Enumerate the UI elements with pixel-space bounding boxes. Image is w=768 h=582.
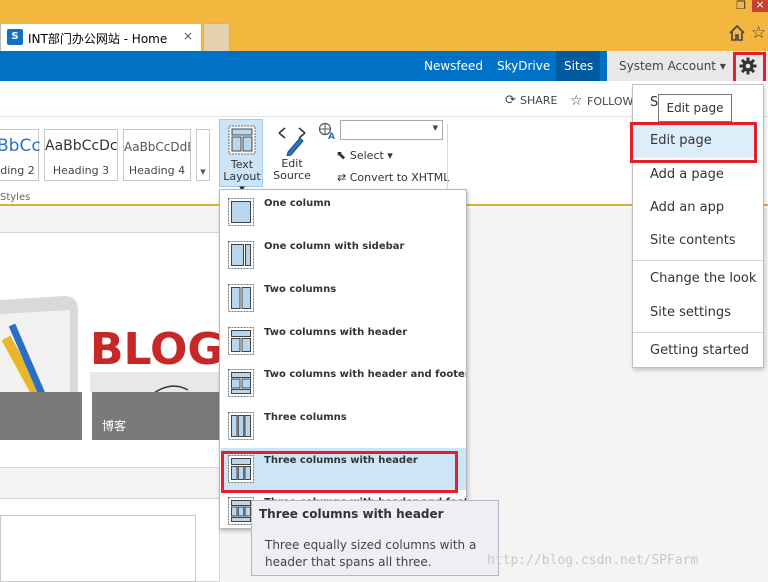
text-layout-button[interactable]: Text Layout ▾ — [219, 119, 263, 195]
tooltip-description: Three equally sized columns with a heade… — [265, 538, 477, 569]
follow-label: FOLLOW — [587, 95, 634, 108]
browser-tab[interactable]: S INT部门办公网站 - Home × — [0, 23, 202, 51]
language-icon[interactable]: A — [318, 122, 336, 140]
select-label: Select ▾ — [349, 149, 393, 162]
svg-text:A: A — [328, 132, 335, 140]
one-column-sidebar-icon — [228, 241, 254, 269]
favorites-star-icon[interactable]: ☆ — [751, 24, 766, 42]
sharepoint-favicon-icon: S — [7, 29, 23, 45]
close-window-icon[interactable]: × — [752, 0, 768, 12]
settings-item-change-look[interactable]: Change the look — [650, 271, 756, 286]
suite-link-skydrive[interactable]: SkyDrive — [497, 59, 550, 73]
layout-option-one-column[interactable]: One column — [221, 191, 466, 233]
styles-group-label: Styles — [0, 192, 31, 203]
share-button[interactable]: ⟳ SHARE — [505, 93, 557, 108]
edit-source-button[interactable]: Edit Source — [272, 158, 312, 182]
layout-option-two-columns-header[interactable]: Two columns with header — [221, 320, 466, 362]
edit-page-annotation-box — [630, 122, 757, 163]
markup-styles-dropdown[interactable]: ▼ — [340, 120, 443, 140]
select-button[interactable]: ⬉ Select ▾ — [336, 148, 393, 162]
layout-option-label: Two columns with header and footer — [264, 369, 467, 380]
new-tab-button[interactable] — [203, 23, 230, 51]
settings-divider — [633, 332, 763, 333]
layout-option-label: One column — [264, 198, 331, 209]
style-heading-3[interactable]: AaBbCcDc Heading 3 — [44, 129, 118, 181]
layout-option-one-column-sidebar[interactable]: One column with sidebar — [221, 234, 466, 276]
convert-icon: ⇄ — [337, 171, 350, 184]
two-columns-icon — [228, 284, 254, 312]
two-columns-header-icon — [228, 327, 254, 355]
layout-option-two-columns[interactable]: Two columns — [221, 277, 466, 319]
account-menu[interactable]: System Account ▾ — [619, 59, 726, 73]
tab-title: INT部门办公网站 - Home — [28, 32, 168, 46]
layout-option-label: Three columns — [264, 412, 347, 423]
follow-button[interactable]: ☆ FOLLOW — [570, 93, 633, 109]
tab-close-icon[interactable]: × — [183, 29, 193, 43]
edit-source-icon[interactable] — [276, 124, 308, 156]
two-columns-header-footer-icon — [228, 369, 254, 397]
settings-item-site-settings[interactable]: Site settings — [650, 305, 731, 320]
suite-link-sites[interactable]: Sites — [564, 59, 593, 73]
blog-tile[interactable]: BLOG — [0, 240, 220, 440]
follow-star-icon: ☆ — [570, 93, 588, 109]
suite-bar: Newsfeed SkyDrive Sites System Account ▾ — [0, 51, 768, 81]
layout-option-label: Two columns with header — [264, 327, 408, 338]
home-icon[interactable] — [728, 24, 746, 42]
blog-word-mark: BLOG — [90, 324, 220, 375]
settings-divider — [633, 260, 763, 261]
style-heading-4[interactable]: AaBbCcDdE Heading 4 — [123, 129, 191, 181]
styles-more-button[interactable]: ▼ — [196, 129, 210, 181]
layout-annotation-box — [221, 451, 458, 493]
layout-option-label: One column with sidebar — [264, 241, 405, 252]
convert-label: Convert to XHTML — [349, 171, 450, 184]
ribbon-divider — [447, 124, 448, 196]
watermark: http://blog.csdn.net/SPFarm — [487, 553, 699, 568]
pointer-icon: ⬉ — [336, 148, 350, 162]
style-sample: AaBbCcDc — [45, 138, 118, 154]
layout-option-three-columns[interactable]: Three columns — [221, 405, 466, 447]
layout-tooltip: Three columns with header Three equally … — [251, 500, 499, 576]
suite-link-newsfeed[interactable]: Newsfeed — [424, 59, 483, 73]
layout-option-label: Two columns — [264, 284, 337, 295]
layout-option-two-columns-header-footer[interactable]: Two columns with header and footer — [221, 362, 466, 404]
style-name: Heading 3 — [52, 164, 110, 177]
content-box-lower — [0, 515, 196, 582]
settings-item-getting-started[interactable]: Getting started — [650, 343, 749, 358]
one-column-icon — [228, 198, 254, 226]
blog-tile-caption: 博客 — [102, 419, 127, 433]
settings-item-add-app[interactable]: Add an app — [650, 200, 724, 215]
three-columns-icon — [228, 412, 254, 440]
style-name: Heading 4 — [128, 164, 186, 177]
chevron-down-icon: ▼ — [432, 124, 438, 132]
share-icon: ⟳ — [505, 93, 521, 108]
text-layout-icon — [228, 125, 256, 155]
settings-item-site-contents[interactable]: Site contents — [650, 233, 736, 248]
style-sample: BbCc — [0, 136, 41, 156]
style-sample: AaBbCcDdE — [124, 140, 191, 154]
convert-xhtml-button[interactable]: ⇄ Convert to XHTML — [337, 171, 449, 184]
share-label: SHARE — [520, 94, 558, 107]
settings-item-add-page[interactable]: Add a page — [650, 167, 724, 182]
tooltip-title: Three columns with header — [259, 507, 444, 521]
edit-page-hover-tooltip: Edit page — [658, 94, 732, 122]
style-heading-2[interactable]: BbCc ding 2 — [0, 129, 41, 181]
restore-window-icon[interactable]: ❐ — [734, 0, 748, 11]
style-name: ding 2 — [0, 164, 35, 177]
blog-tile-image: BLOG — [0, 240, 220, 440]
